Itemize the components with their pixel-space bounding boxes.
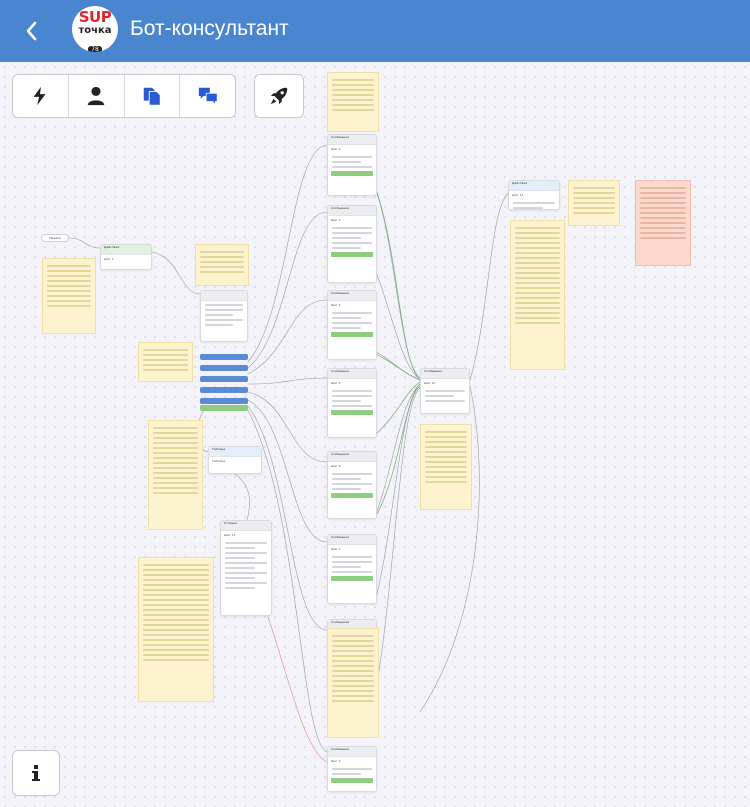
menu-button-pill[interactable] [200, 387, 248, 393]
action-node[interactable]: Действие Шаг 1 [100, 244, 152, 270]
flow-start-node[interactable]: Начало [41, 234, 69, 242]
messages-button[interactable] [180, 75, 235, 117]
menu-button-pill[interactable] [200, 376, 248, 382]
node-step: Шаг 4 [331, 303, 341, 307]
condition-node[interactable]: Условие Шаг 13 [220, 520, 272, 616]
logo-number: 78 [88, 46, 102, 52]
person-icon [87, 86, 105, 106]
menu-button-pill[interactable] [200, 365, 248, 371]
node-header: Сообщение [328, 206, 376, 216]
chat-bubbles-icon [198, 87, 218, 106]
logo-brand: SUP [78, 8, 112, 26]
menu-button-pill[interactable] [200, 398, 248, 404]
comment-note[interactable] [510, 220, 565, 370]
warning-note[interactable] [635, 180, 691, 266]
node-step: Шаг 14 [512, 193, 524, 197]
node-header: Сообщение [328, 291, 376, 301]
node-header: Сообщение [328, 452, 376, 462]
comment-note[interactable] [327, 72, 379, 132]
users-button[interactable] [69, 75, 125, 117]
menu-button-pill[interactable] [200, 354, 248, 360]
message-node[interactable]: Сообщение Шаг 9 [327, 746, 377, 792]
node-step: Шаг 5 [331, 381, 341, 385]
message-node[interactable]: Сообщение Шаг 7 [327, 534, 377, 604]
node-header: Действие [509, 181, 559, 191]
node-step: Шаг 3 [331, 218, 341, 222]
comment-note[interactable] [148, 420, 203, 530]
chevron-left-icon [26, 21, 37, 41]
node-step: Шаг 7 [331, 547, 341, 551]
message-node[interactable]: Сообщение Шаг 10 [420, 368, 470, 414]
rocket-icon [270, 87, 288, 105]
action-node[interactable]: Действие Шаг 14 [508, 180, 560, 210]
comment-note[interactable] [327, 628, 379, 738]
copy-icon [143, 87, 161, 106]
node-header: Сообщение [328, 135, 376, 145]
app-header: SUP точка 78 Бот-консультант [0, 0, 750, 62]
node-header [201, 291, 247, 301]
comment-note[interactable] [138, 557, 214, 702]
node-step: Шаг 1 [104, 257, 114, 261]
brand-logo: SUP точка 78 [72, 6, 118, 52]
flow-canvas[interactable]: Начало Действие Шаг 1 Сообщение Шаг 2 Со… [0, 62, 750, 807]
back-button[interactable] [20, 18, 44, 44]
lightning-icon [33, 86, 46, 106]
message-node[interactable]: Сообщение Шаг 3 [327, 205, 377, 283]
triggers-button[interactable] [13, 75, 69, 117]
menu-button-pill[interactable] [200, 405, 248, 411]
table-node[interactable]: Таблица Таблица [208, 446, 262, 474]
info-icon [32, 765, 40, 781]
logo-name: точка [78, 25, 112, 36]
message-node[interactable] [200, 290, 248, 342]
toolbar [12, 74, 236, 118]
message-node[interactable]: Сообщение Шаг 2 [327, 134, 377, 196]
node-header: Сообщение [328, 747, 376, 757]
copy-button[interactable] [125, 75, 181, 117]
node-header: Действие [101, 245, 151, 255]
node-step: Шаг 13 [224, 533, 236, 537]
node-header: Таблица [209, 447, 261, 457]
message-node[interactable]: Сообщение Шаг 4 [327, 290, 377, 360]
comment-note[interactable] [568, 180, 620, 226]
comment-note[interactable] [42, 258, 96, 334]
node-header: Сообщение [328, 535, 376, 545]
node-step: Шаг 9 [331, 759, 341, 763]
page-title: Бот-консультант [130, 17, 289, 40]
node-header: Условие [221, 521, 271, 531]
info-button[interactable] [12, 750, 60, 796]
launch-button[interactable] [254, 74, 304, 118]
node-step: Таблица [212, 459, 226, 463]
node-header: Сообщение [328, 369, 376, 379]
node-step: Шаг 2 [331, 147, 341, 151]
comment-note[interactable] [138, 342, 193, 382]
node-header: Сообщение [421, 369, 469, 379]
message-node[interactable]: Сообщение Шаг 6 [327, 451, 377, 519]
node-step: Шаг 6 [331, 464, 341, 468]
comment-note[interactable] [420, 424, 472, 510]
node-step: Шаг 10 [424, 381, 436, 385]
comment-note[interactable] [195, 244, 249, 286]
message-node[interactable]: Сообщение Шаг 5 [327, 368, 377, 438]
